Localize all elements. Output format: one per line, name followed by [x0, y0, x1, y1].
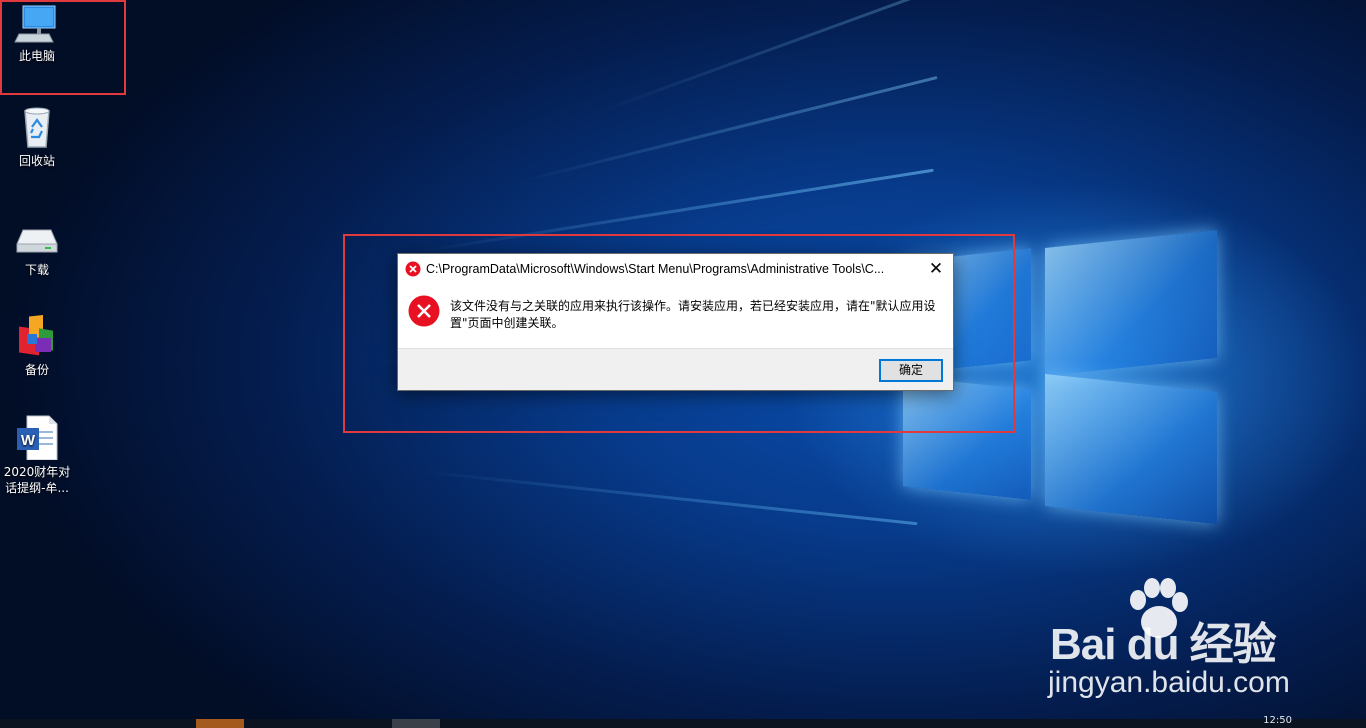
desktop-icon-recycle-bin[interactable]: 回收站 [0, 105, 74, 169]
dialog-title-bar[interactable]: C:\ProgramData\Microsoft\Windows\Start M… [398, 254, 953, 284]
baidu-watermark: Bai du 经验 jingyan.baidu.com [1040, 578, 1300, 699]
word-document-icon: W [17, 415, 58, 460]
light-beam [599, 0, 958, 113]
taskbar: 12:50 [0, 715, 1366, 728]
dialog-footer: 确定 [398, 348, 953, 390]
desktop-icon-backup[interactable]: 备份 [0, 314, 74, 378]
desktop-icon-label: 下载 [24, 263, 49, 277]
watermark-url: jingyan.baidu.com [1048, 666, 1290, 699]
recycle-bin-icon [24, 107, 50, 148]
dialog-body: 该文件没有与之关联的应用来执行该操作。请安装应用，若已经安装应用，请在"默认应用… [398, 284, 953, 348]
desktop-background: 此电脑 回收站 下载 备份 W 2020财年对话提纲-牟... C:\Progr… [0, 0, 1366, 728]
dialog-title: C:\ProgramData\Microsoft\Windows\Start M… [426, 262, 885, 276]
desktop-icon-label: 2020财年对话提纲-牟... [3, 465, 71, 495]
watermark-brand: Bai du 经验 [1050, 620, 1277, 669]
highlight-box-this-pc [0, 0, 126, 95]
desktop-icon-label: 回收站 [18, 154, 55, 168]
error-icon [408, 295, 440, 327]
taskbar-item[interactable] [392, 719, 440, 728]
light-beam [419, 470, 918, 526]
dialog-message: 该文件没有与之关联的应用来执行该操作。请安装应用，若已经安装应用，请在"默认应用… [450, 299, 936, 330]
taskbar-clock: 12:50 [1263, 715, 1292, 726]
error-dialog: C:\ProgramData\Microsoft\Windows\Start M… [397, 253, 954, 391]
taskbar-item-active[interactable] [196, 719, 244, 728]
drive-icon [16, 229, 58, 253]
backup-app-icon [19, 315, 53, 356]
desktop-icon-download[interactable]: 下载 [0, 222, 74, 278]
light-beam [519, 76, 938, 183]
logo-pane [1045, 229, 1217, 377]
desktop-icon-word-doc[interactable]: W 2020财年对话提纲-牟... [0, 414, 74, 496]
desktop-icon-label: 备份 [24, 363, 49, 377]
svg-text:W: W [21, 432, 36, 449]
logo-pane [1045, 373, 1217, 525]
close-button[interactable]: ✕ [919, 254, 953, 284]
ok-button[interactable]: 确定 [879, 359, 943, 382]
error-icon [405, 261, 421, 277]
